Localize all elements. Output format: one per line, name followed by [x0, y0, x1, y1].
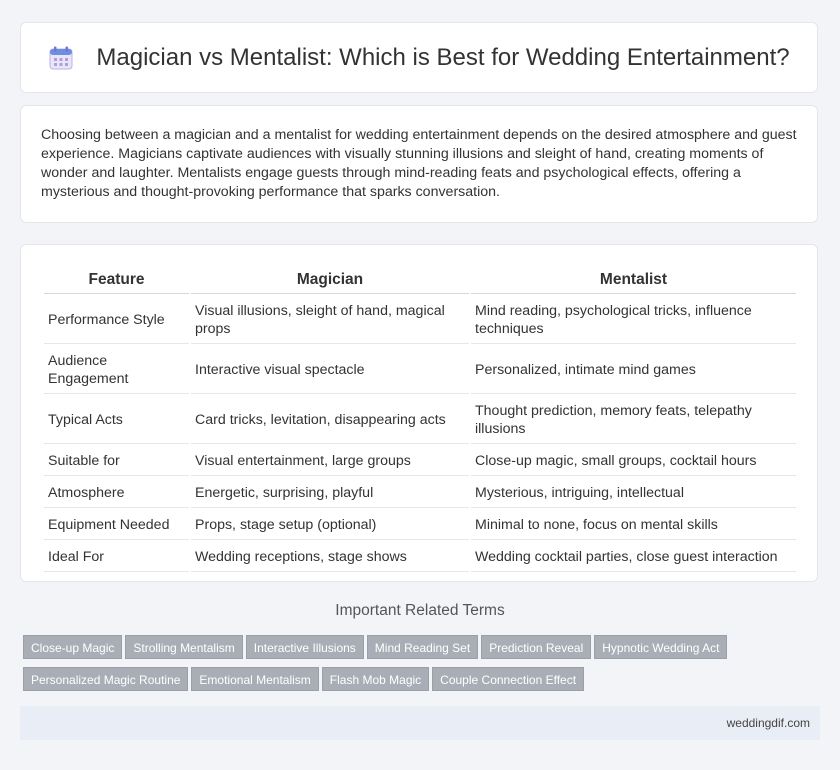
- feature-cell: Audience Engagement: [44, 346, 189, 394]
- mentalist-cell: Wedding cocktail parties, close guest in…: [471, 542, 796, 572]
- feature-cell: Ideal For: [44, 542, 189, 572]
- table-row: Suitable for Visual entertainment, large…: [44, 446, 796, 476]
- magician-cell: Energetic, surprising, playful: [191, 478, 469, 508]
- term-tag[interactable]: Prediction Reveal: [481, 635, 592, 659]
- term-tag[interactable]: Close-up Magic: [23, 635, 123, 659]
- table-row: Performance Style Visual illusions, slei…: [44, 296, 796, 344]
- title-card: Magician vs Mentalist: Which is Best for…: [20, 22, 818, 93]
- magician-cell: Wedding receptions, stage shows: [191, 542, 469, 572]
- table-row: Audience Engagement Interactive visual s…: [44, 346, 796, 394]
- intro-text: Choosing between a magician and a mental…: [41, 127, 797, 200]
- table-row: Equipment Needed Props, stage setup (opt…: [44, 510, 796, 540]
- magician-cell: Card tricks, levitation, disappearing ac…: [191, 396, 469, 444]
- footer: weddingdif.com: [20, 706, 820, 740]
- feature-cell: Equipment Needed: [44, 510, 189, 540]
- mentalist-cell: Mysterious, intriguing, intellectual: [471, 478, 796, 508]
- page-title: Magician vs Mentalist: Which is Best for…: [96, 43, 790, 71]
- mentalist-cell: Close-up magic, small groups, cocktail h…: [471, 446, 796, 476]
- table-header-feature: Feature: [44, 267, 189, 294]
- table-header-magician: Magician: [191, 267, 469, 294]
- feature-cell: Suitable for: [44, 446, 189, 476]
- related-terms-list: Close-up Magic Strolling Mentalism Interac…: [23, 635, 823, 699]
- feature-cell: Typical Acts: [44, 396, 189, 444]
- term-tag[interactable]: Flash Mob Magic: [321, 667, 430, 691]
- term-tag[interactable]: Emotional Mentalism: [191, 667, 319, 691]
- comparison-table: Feature Magician Mentalist Performance S…: [42, 265, 798, 574]
- feature-cell: Performance Style: [44, 296, 189, 344]
- term-tag[interactable]: Strolling Mentalism: [125, 635, 243, 659]
- intro-card: Choosing between a magician and a mental…: [20, 105, 818, 223]
- mentalist-cell: Minimal to none, focus on mental skills: [471, 510, 796, 540]
- table-row: Typical Acts Card tricks, levitation, di…: [44, 396, 796, 444]
- related-terms-title: Important Related Terms: [335, 602, 505, 619]
- term-tag[interactable]: Hypnotic Wedding Act: [594, 635, 728, 659]
- mentalist-cell: Thought prediction, memory feats, telepa…: [471, 396, 796, 444]
- comparison-card: Feature Magician Mentalist Performance S…: [20, 244, 818, 582]
- magician-cell: Props, stage setup (optional): [191, 510, 469, 540]
- table-header-mentalist: Mentalist: [471, 267, 796, 294]
- magician-cell: Visual entertainment, large groups: [191, 446, 469, 476]
- mentalist-cell: Mind reading, psychological tricks, infl…: [471, 296, 796, 344]
- term-tag[interactable]: Mind Reading Set: [366, 635, 479, 659]
- term-tag[interactable]: Interactive Illusions: [245, 635, 364, 659]
- mentalist-cell: Personalized, intimate mind games: [471, 346, 796, 394]
- calendar-icon: [49, 46, 73, 69]
- footer-site[interactable]: weddingdif.com: [727, 716, 810, 730]
- table-row: Atmosphere Energetic, surprising, playfu…: [44, 478, 796, 508]
- magician-cell: Visual illusions, sleight of hand, magic…: [191, 296, 469, 344]
- table-row: Ideal For Wedding receptions, stage show…: [44, 542, 796, 572]
- feature-cell: Atmosphere: [44, 478, 189, 508]
- magician-cell: Interactive visual spectacle: [191, 346, 469, 394]
- term-tag[interactable]: Personalized Magic Routine: [23, 667, 189, 691]
- term-tag[interactable]: Couple Connection Effect: [432, 667, 585, 691]
